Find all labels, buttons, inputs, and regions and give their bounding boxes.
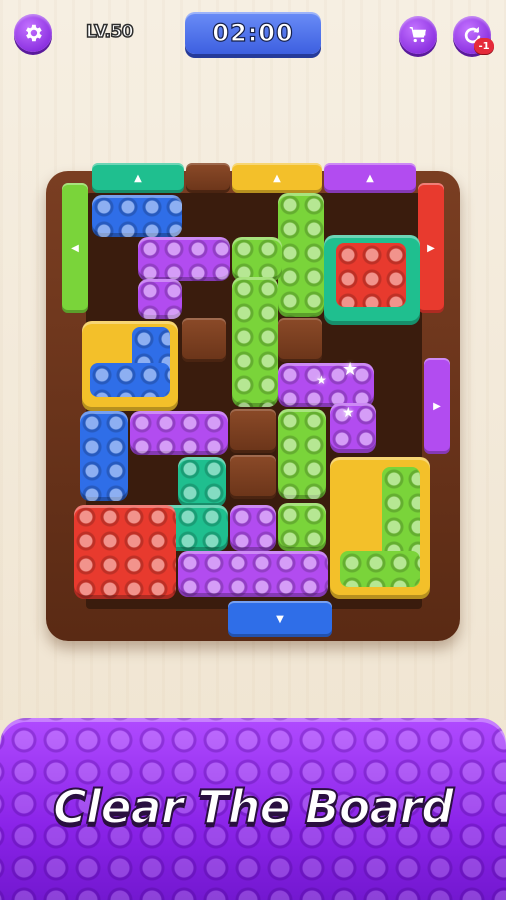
exit-gate-right-purple: ▶ (424, 358, 450, 454)
piece-purple-bar[interactable] (130, 411, 228, 455)
timer-text: 02:00 (212, 18, 294, 47)
piece-green-right[interactable] (278, 409, 326, 499)
shop-button[interactable] (399, 16, 437, 54)
exit-gate-left-green: ◀ (62, 183, 88, 313)
wood-block (278, 318, 322, 362)
wood-block (230, 455, 276, 499)
piece-red-bottom[interactable] (74, 505, 176, 599)
exit-gate-top-teal: ▲ (92, 163, 184, 193)
banner-title: Clear The Board (52, 779, 455, 835)
piece-blue-left[interactable] (80, 411, 128, 501)
piece-green-top[interactable] (232, 237, 282, 281)
piece-green-yellow[interactable] (330, 457, 430, 599)
cart-icon (409, 26, 427, 43)
piece-purple-l[interactable] (138, 237, 230, 281)
exit-gate-top-yellow: ▲ (232, 163, 322, 193)
exit-gate-bottom-blue: ▼ (228, 601, 332, 637)
piece-purple-bottom[interactable] (178, 551, 328, 597)
exit-gate-top-purple: ▲ (324, 163, 416, 193)
sparkle-icon: ★ (342, 405, 355, 421)
piece-green-right[interactable] (278, 503, 326, 551)
wood-block (230, 409, 276, 453)
gear-icon (26, 24, 42, 42)
game-board: ▲ ▲ ▲ ◀ ▶ ▶ ▼ ★ ★ ★ (46, 163, 460, 641)
wood-block (182, 318, 226, 362)
sparkle-icon: ★ (342, 359, 359, 380)
exit-gate-right-red: ▶ (418, 183, 444, 313)
piece-blue-top[interactable] (92, 195, 182, 237)
settings-button[interactable] (14, 14, 52, 52)
piece-teal-l[interactable] (178, 457, 226, 507)
piece-purple-l[interactable] (138, 279, 182, 319)
timer-panel: 02:00 (185, 12, 321, 54)
piece-red-teal[interactable] (324, 235, 420, 325)
piece-green-top[interactable] (278, 193, 324, 317)
piece-green-mid[interactable] (232, 277, 278, 407)
wall-top (186, 163, 230, 193)
level-label: LV.50 (85, 21, 134, 43)
sparkle-icon: ★ (316, 373, 327, 387)
piece-purple-bottom[interactable] (230, 505, 276, 551)
restart-count-badge: -1 (474, 38, 494, 54)
piece-blue-yellow[interactable] (82, 321, 178, 411)
